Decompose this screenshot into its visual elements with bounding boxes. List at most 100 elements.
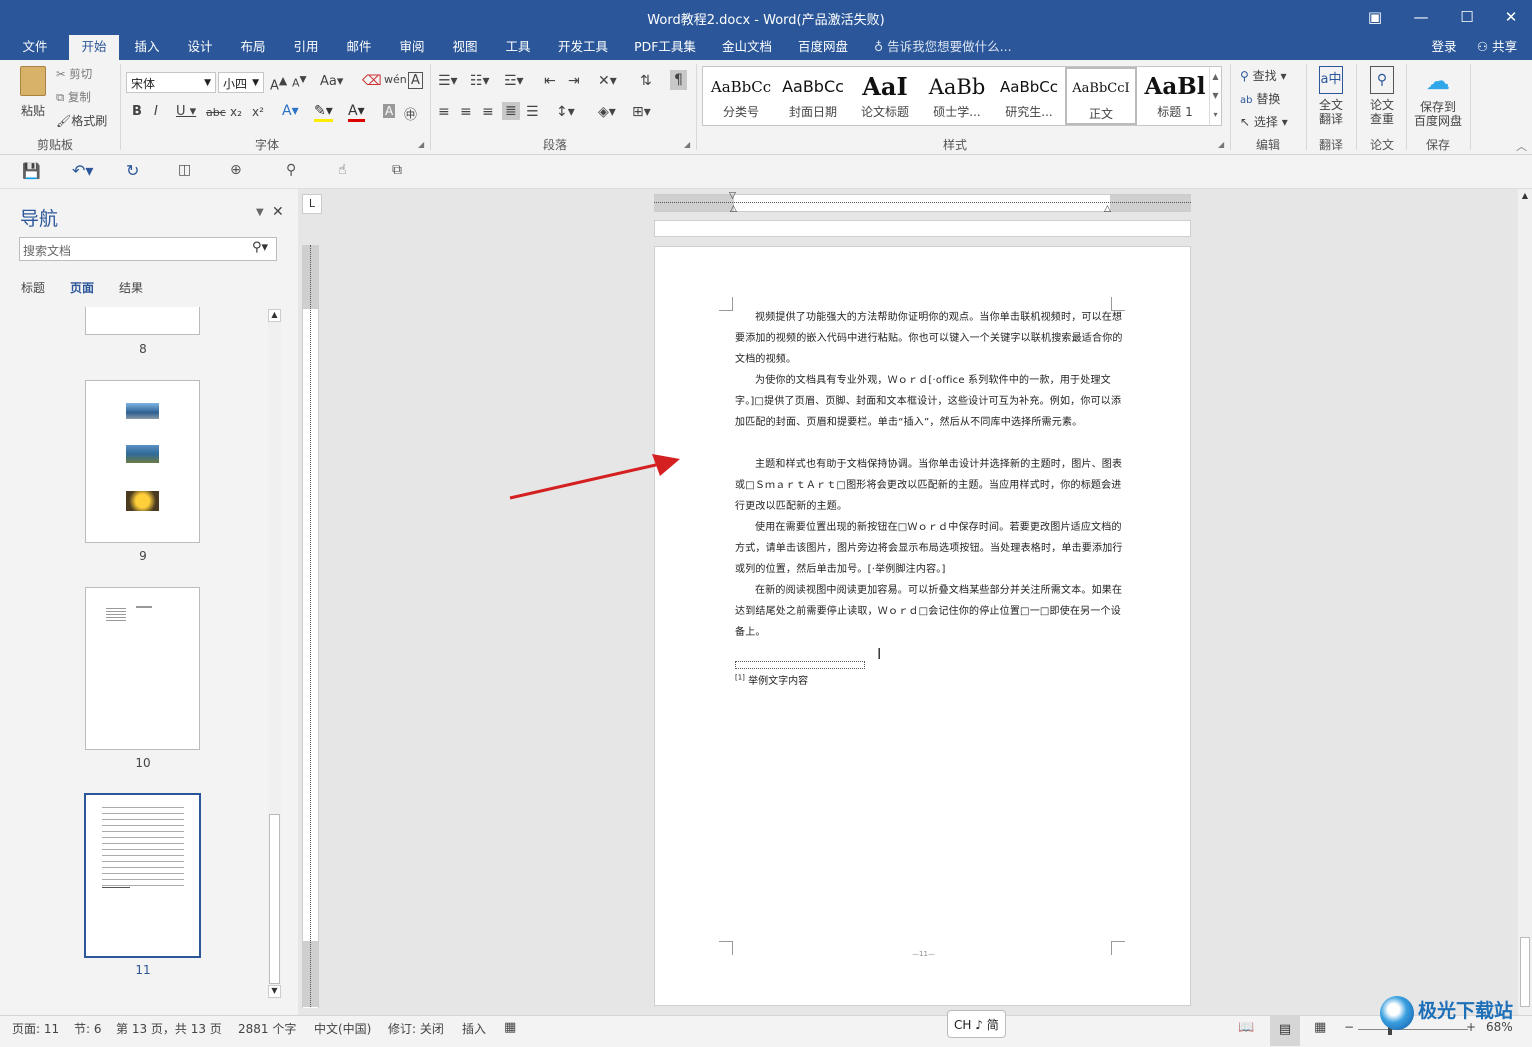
indent-marker-icon[interactable]: △: [730, 204, 737, 214]
customize-icon[interactable]: ⧉: [392, 162, 402, 178]
ribbon-display-icon[interactable]: ▣: [1352, 0, 1398, 34]
web-layout-icon[interactable]: ▦: [1314, 1020, 1326, 1035]
superscript-button[interactable]: x²: [252, 105, 264, 119]
tab-view[interactable]: 视图: [442, 35, 488, 60]
tab-file[interactable]: 文件: [10, 35, 60, 60]
style-item[interactable]: AaBbCc 研究生...: [993, 67, 1065, 125]
page-thumbnail[interactable]: [85, 380, 200, 543]
document-page[interactable]: 视频提供了功能强大的方法帮助你证明你的观点。当你单击联机视频时，可以在想要添加的…: [654, 246, 1191, 1006]
document-scrollbar[interactable]: ▲: [1518, 189, 1532, 1015]
numbering-icon[interactable]: ☷▾: [470, 73, 490, 89]
redo-icon[interactable]: ↻: [126, 161, 139, 180]
tab-pdf-tools[interactable]: PDF工具集: [628, 35, 702, 60]
bold-button[interactable]: B: [132, 104, 142, 119]
right-indent-icon[interactable]: △: [1104, 204, 1111, 214]
close-icon[interactable]: ✕: [272, 204, 284, 220]
tab-home[interactable]: 开始: [69, 35, 119, 60]
save-to-baidu-button[interactable]: ☁ 保存到 百度网盘: [1410, 66, 1466, 128]
tab-developer[interactable]: 开发工具: [552, 35, 614, 60]
strikethrough-button[interactable]: abc: [206, 106, 226, 119]
enclose-char-icon[interactable]: ㊥: [404, 104, 417, 123]
multilevel-list-icon[interactable]: ☲▾: [504, 73, 524, 89]
search-icon[interactable]: ⚲▾: [252, 240, 268, 255]
maximize-button[interactable]: ☐: [1444, 0, 1490, 34]
scroll-up-icon[interactable]: ▲: [1518, 191, 1532, 200]
align-right-icon[interactable]: ≡: [482, 104, 494, 120]
clear-format-icon[interactable]: ⌫: [362, 73, 382, 89]
find-button[interactable]: ⚲ 查找 ▾: [1240, 67, 1286, 84]
change-case-icon[interactable]: Aa▾: [320, 74, 343, 89]
login-link[interactable]: 登录: [1424, 35, 1464, 60]
status-track-changes[interactable]: 修订: 关闭: [388, 1020, 444, 1037]
copy-button[interactable]: ⧉ 复制: [56, 89, 91, 105]
borders-icon[interactable]: ⊞▾: [632, 104, 651, 120]
grow-font-icon[interactable]: A▲: [270, 74, 287, 93]
tab-baidu-netdisk[interactable]: 百度网盘: [792, 35, 854, 60]
paragraph[interactable]: 主题和样式也有助于文档保持协调。当你单击设计并选择新的主题时，图片、图表或□Ｓｍ…: [735, 454, 1127, 517]
print-preview-icon[interactable]: ⚲: [286, 162, 296, 178]
font-name-select[interactable]: 宋体 ▼: [126, 72, 216, 93]
gallery-scroll[interactable]: ▲ ▼ ▾: [1209, 67, 1221, 125]
footnote[interactable]: [1] 举例文字内容: [735, 672, 808, 687]
ime-indicator[interactable]: CH ♪ 简: [947, 1010, 1006, 1038]
status-page[interactable]: 页面: 11: [12, 1020, 59, 1037]
scroll-up-icon[interactable]: ▲: [268, 309, 281, 322]
tab-selector[interactable]: L: [302, 194, 322, 214]
nav-scrollbar[interactable]: ▲ ▼: [268, 309, 281, 999]
paragraph[interactable]: 视频提供了功能强大的方法帮助你证明你的观点。当你单击联机视频时，可以在想要添加的…: [735, 307, 1127, 370]
tab-results[interactable]: 结果: [119, 279, 143, 296]
tab-review[interactable]: 审阅: [389, 35, 435, 60]
style-item[interactable]: AaI 论文标题: [849, 67, 921, 125]
tab-mailings[interactable]: 邮件: [336, 35, 382, 60]
show-marks-icon[interactable]: ¶: [670, 70, 687, 90]
line-spacing-icon[interactable]: ↕▾: [556, 104, 575, 120]
chinese-layout-icon[interactable]: ✕▾: [598, 73, 617, 89]
macro-record-icon[interactable]: ▦: [504, 1020, 516, 1035]
paper-check-button[interactable]: ⚲ 论文 查重: [1363, 66, 1401, 126]
indent-marker-icon[interactable]: ▽: [729, 191, 736, 201]
style-item[interactable]: AaBbCc 分类号: [705, 67, 777, 125]
style-item[interactable]: AaBb 硕士学...: [921, 67, 993, 125]
justify-icon[interactable]: ≣: [502, 102, 520, 120]
font-color-icon[interactable]: A▾: [348, 103, 365, 122]
share-button[interactable]: ⚇ 共享: [1470, 35, 1524, 60]
tell-me-box[interactable]: ♁ 告诉我您想要做什么...: [874, 35, 1024, 60]
paragraph[interactable]: 为使你的文档具有专业外观，Ｗｏｒｄ[·office 系列软件中的一款，用于处理文…: [735, 370, 1127, 433]
save-icon[interactable]: 💾: [22, 162, 41, 180]
font-size-select[interactable]: 小四 ▼: [218, 72, 264, 93]
page-thumbnail[interactable]: [85, 587, 200, 750]
style-item[interactable]: AaBbCc 封面日期: [777, 67, 849, 125]
increase-indent-icon[interactable]: ⇥: [568, 73, 580, 89]
tab-pages[interactable]: 页面: [70, 279, 94, 296]
full-translate-button[interactable]: a中 全文 翻译: [1312, 66, 1350, 126]
paragraph[interactable]: 在新的阅读视图中阅读更加容易。可以折叠文档某些部分并关注所需文本。如果在达到结尾…: [735, 580, 1127, 643]
tab-insert[interactable]: 插入: [124, 35, 170, 60]
char-border-icon[interactable]: A: [408, 72, 423, 89]
search-input[interactable]: 搜索文档 ⚲▾: [19, 237, 277, 261]
cut-button[interactable]: ✂ 剪切: [56, 66, 92, 82]
tab-kingsoft-docs[interactable]: 金山文档: [716, 35, 778, 60]
nav-options-icon[interactable]: ▼: [256, 207, 264, 218]
tab-design[interactable]: 设计: [177, 35, 223, 60]
style-item-selected[interactable]: AaBbCcI 正文: [1065, 67, 1137, 125]
read-mode-icon[interactable]: 📖: [1238, 1020, 1254, 1035]
minimize-button[interactable]: —: [1398, 0, 1444, 34]
dialog-launcher-icon[interactable]: ◢: [1218, 140, 1224, 149]
tab-references[interactable]: 引用: [283, 35, 329, 60]
tab-tools[interactable]: 工具: [495, 35, 541, 60]
char-shading-icon[interactable]: A: [383, 104, 396, 118]
dialog-launcher-icon[interactable]: ◢: [418, 140, 424, 149]
vertical-ruler[interactable]: [302, 245, 319, 1008]
tab-headings[interactable]: 标题: [21, 279, 45, 296]
phonetic-guide-icon[interactable]: wén: [384, 73, 407, 86]
zoom-out-icon[interactable]: −: [1344, 1020, 1354, 1034]
page-thumbnail-current[interactable]: [84, 793, 201, 958]
status-word-count[interactable]: 2881 个字: [238, 1020, 296, 1037]
style-item[interactable]: AaBl 标题 1: [1139, 67, 1211, 125]
bullets-icon[interactable]: ☰▾: [438, 73, 458, 89]
shading-icon[interactable]: ◈▾: [598, 104, 616, 120]
status-language[interactable]: 中文(中国): [314, 1020, 371, 1037]
page-thumbnail[interactable]: [85, 307, 200, 335]
select-button[interactable]: ↖ 选择 ▾: [1240, 113, 1288, 130]
status-insert-mode[interactable]: 插入: [462, 1020, 486, 1037]
